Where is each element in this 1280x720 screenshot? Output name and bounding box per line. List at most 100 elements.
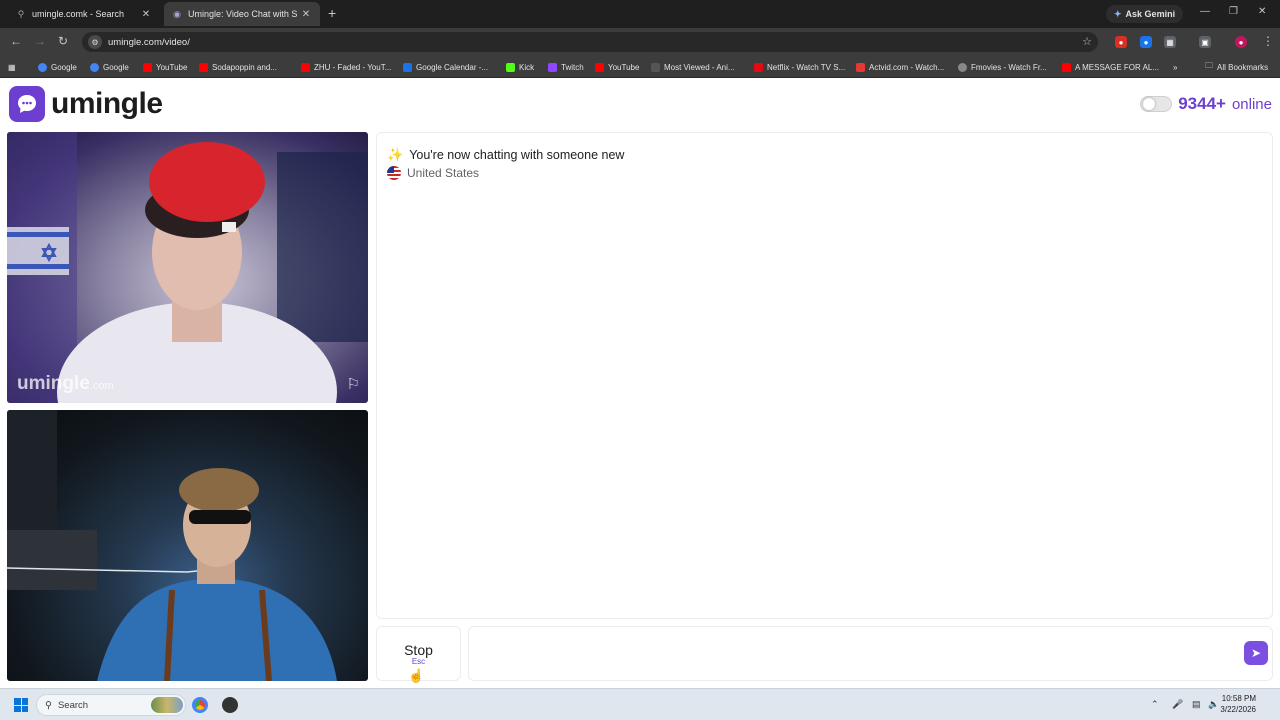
profile-avatar[interactable]: ● (1235, 36, 1247, 48)
bookmark-label: Twitch (561, 62, 584, 72)
bookmark-item[interactable]: Twitch (548, 60, 584, 74)
theme-toggle[interactable] (1140, 96, 1173, 112)
youtube-icon (143, 62, 152, 72)
bookmark-item[interactable]: Google (38, 60, 77, 74)
bookmark-label: Sodapoppin and... (212, 62, 277, 72)
search-icon: ⚲ (17, 8, 25, 19)
bookmark-label: ZHU - Faded - YouT... (314, 62, 392, 72)
bookmark-item[interactable]: YouTube (143, 60, 187, 74)
bookmark-label: Fmovies - Watch Fr... (971, 62, 1047, 72)
extension-icon[interactable]: ● (1115, 36, 1127, 48)
reload-icon[interactable]: ↻ (58, 34, 68, 48)
extension-icon[interactable]: ● (1140, 36, 1152, 48)
system-message: ✨ You're now chatting with someone new (387, 147, 624, 163)
windows-start-icon[interactable] (14, 698, 28, 712)
actvid-icon (856, 62, 865, 72)
report-flag-icon[interactable]: ⚐ (347, 375, 360, 393)
google-icon (90, 62, 99, 72)
google-icon (38, 62, 47, 72)
twitch-icon (548, 62, 557, 72)
windows-taskbar: ⚲ Search ⌃ 🎤 ▤ 🔈 10:58 PM 3/22/2026 (0, 688, 1280, 720)
sparkle-icon: ✨ (387, 147, 404, 162)
fmovies-icon (958, 62, 967, 72)
online-indicator: 9344+ online (1140, 94, 1272, 114)
toggle-knob (1143, 98, 1156, 110)
window-close-button[interactable]: ✕ (1258, 6, 1266, 17)
bookmark-item[interactable]: YouTube (595, 60, 639, 74)
ask-gemini-button[interactable]: ✦ Ask Gemini (1106, 5, 1184, 23)
bookmark-label: Google Calendar -... (416, 62, 489, 72)
taskbar-search[interactable]: ⚲ Search (36, 694, 186, 716)
bookmarks-bar: ▦ Google Google YouTube Sodapoppin and..… (0, 56, 1280, 78)
all-bookmarks-button[interactable]: 🗀 All Bookmarks (1205, 60, 1268, 74)
all-bookmarks-label: All Bookmarks (1217, 62, 1269, 72)
restore-button[interactable]: ❐ (1229, 6, 1238, 17)
new-tab-button[interactable]: + (328, 5, 336, 21)
menu-dots-icon[interactable]: ⋮ (1262, 34, 1274, 48)
send-arrow-icon: ➤ (1250, 646, 1262, 660)
bookmark-star-icon[interactable]: ☆ (1082, 35, 1092, 48)
bookmark-label: Google (103, 62, 129, 72)
site-info-icon[interactable]: ⚙ (88, 35, 102, 49)
message-input[interactable] (468, 626, 1273, 681)
search-highlight-image (151, 697, 183, 713)
system-clock[interactable]: 10:58 PM 3/22/2026 (1220, 693, 1256, 715)
youtube-icon (301, 62, 310, 72)
minimize-button[interactable]: — (1200, 6, 1210, 17)
site-logo[interactable]: umingle (9, 86, 163, 122)
bookmark-item[interactable]: Kick (506, 60, 534, 74)
close-icon[interactable]: ✕ (300, 9, 312, 20)
forward-arrow-icon[interactable]: → (34, 34, 46, 48)
logo-text: umingle (51, 87, 163, 120)
hand-cursor-icon: ☝ (408, 668, 425, 683)
close-icon[interactable]: ✕ (140, 9, 152, 20)
address-bar[interactable]: ⚙ umingle.com/video/ ☆ (82, 32, 1098, 52)
bookmark-item[interactable]: Actvid.com - Watch... (856, 60, 944, 74)
youtube-icon (199, 62, 208, 72)
chevron-up-icon[interactable]: ⌃ (1151, 699, 1159, 710)
tab-search[interactable]: ⚲ umingle.comk - Search ✕ (8, 4, 160, 24)
side-panel-icon[interactable]: ▣ (1199, 36, 1211, 48)
watermark-text: umingle (17, 373, 90, 394)
puzzle-icon[interactable]: ▦ (1164, 36, 1176, 48)
system-message-text: You're now chatting with someone new (409, 148, 625, 162)
youtube-icon (595, 62, 604, 72)
bookmark-item[interactable]: Netflix - Watch TV S... (754, 60, 845, 74)
online-count: 9344+ (1178, 94, 1226, 113)
umingle-tab-icon: ◉ (173, 8, 181, 19)
online-label: online (1231, 95, 1272, 113)
chevron-right-icon[interactable]: » (1173, 60, 1177, 74)
network-icon[interactable]: ▤ (1192, 699, 1201, 710)
bookmark-item[interactable]: A MESSAGE FOR AL... (1062, 60, 1159, 74)
clock-time: 10:58 PM (1221, 694, 1256, 703)
bookmark-item[interactable]: Google Calendar -... (403, 60, 488, 74)
back-arrow-icon[interactable]: ← (10, 34, 22, 48)
search-icon: ⚲ (45, 699, 52, 711)
folder-icon: 🗀 (1205, 61, 1213, 70)
country-text: United States (407, 166, 480, 180)
chat-panel: ✨ You're now chatting with someone new U… (376, 132, 1273, 619)
bookmark-item[interactable]: Fmovies - Watch Fr... (958, 60, 1047, 74)
bookmark-item[interactable]: Sodapoppin and... (199, 60, 277, 74)
bookmark-label: Netflix - Watch TV S... (767, 62, 846, 72)
calendar-icon (403, 62, 412, 72)
tab-umingle[interactable]: ◉ Umingle: Video Chat with S ✕ (164, 2, 320, 26)
chrome-icon[interactable] (192, 697, 208, 713)
microphone-icon[interactable]: 🎤 (1172, 699, 1183, 710)
taskbar-search-label: Search (57, 699, 89, 711)
ask-gemini-label: Ask Gemini (1125, 9, 1176, 19)
bookmark-item[interactable]: ZHU - Faded - YouT... (301, 60, 391, 74)
send-button[interactable]: ➤ (1244, 641, 1268, 665)
self-video (7, 410, 368, 681)
stranger-country: United States (387, 166, 479, 180)
bookmark-label: YouTube (156, 62, 188, 72)
app-icon[interactable] (222, 697, 238, 713)
apps-grid-icon[interactable]: ▦ (8, 60, 16, 74)
volume-icon[interactable]: 🔈 (1208, 699, 1219, 710)
bookmark-label: Google (51, 62, 77, 72)
bookmark-label: Actvid.com - Watch... (869, 62, 945, 72)
bookmark-item[interactable]: Most Viewed - Ani... (651, 60, 735, 74)
bookmark-item[interactable]: Google (90, 60, 129, 74)
page-icon (651, 62, 660, 72)
bookmark-label: Kick (519, 62, 535, 72)
